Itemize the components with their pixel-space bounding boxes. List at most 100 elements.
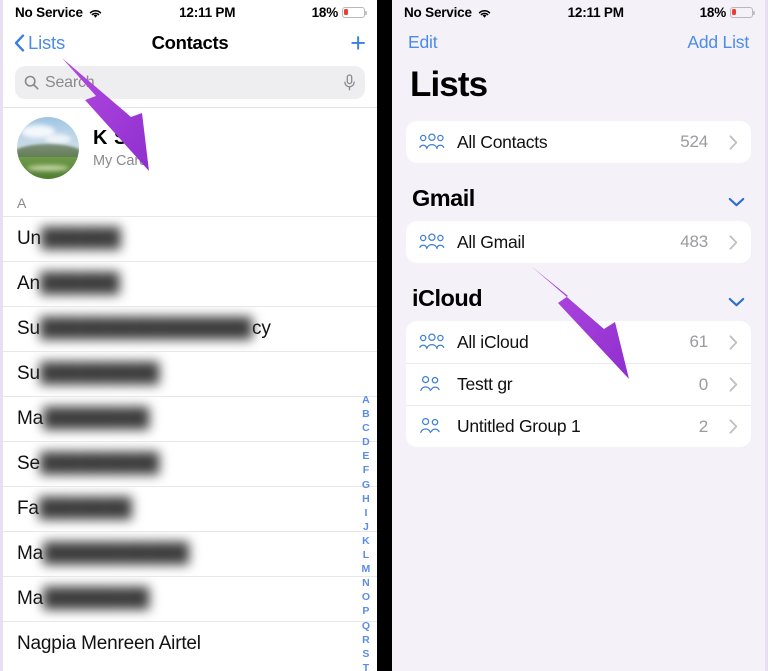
contacts-list: A Un ██████ An ██████ Su ████████████████ cy Su… <box>3 191 377 671</box>
alphabet-index-letter[interactable]: C <box>362 421 370 435</box>
alphabet-index-letter[interactable]: M <box>362 562 371 576</box>
alphabet-index[interactable]: ABCDEFGHIJKLMNOPQRSTUVWXYZ# <box>359 393 373 671</box>
right-panel-lists-screen: No Service 12:11 PM 18% Edit Add List Li… <box>392 0 768 671</box>
alphabet-index-letter[interactable]: L <box>363 548 370 562</box>
contact-name-visible: An <box>17 273 40 294</box>
panel-divider <box>377 0 392 671</box>
three-people-icon <box>419 232 445 252</box>
list-row-count: 483 <box>680 232 708 251</box>
edit-button[interactable]: Edit <box>408 32 438 53</box>
status-bar-right: 18% <box>311 4 368 20</box>
alphabet-index-letter[interactable]: H <box>362 492 370 506</box>
chevron-right-icon <box>729 134 738 150</box>
list-row-count: 524 <box>680 132 708 151</box>
alphabet-index-letter[interactable]: Q <box>362 619 370 633</box>
contacts-rows-host: Un ██████ An ██████ Su ████████████████ cy Su ██… <box>3 216 377 666</box>
list-row-label: Testt gr <box>457 374 513 394</box>
contact-row[interactable]: Ma ████████ <box>3 576 377 621</box>
list-row[interactable]: Untitled Group 1 2 <box>406 405 751 447</box>
alphabet-index-letter[interactable]: N <box>362 576 370 590</box>
alphabet-index-letter[interactable]: F <box>363 463 370 477</box>
groups-host: Gmail All Gmail 483 iCloud All iCloud 61 Testt… <box>406 163 751 447</box>
my-card-row[interactable]: K S My Card <box>3 107 377 191</box>
chevron-right-icon <box>729 377 738 392</box>
three-people-icon <box>419 332 445 352</box>
group-header: Gmail <box>406 163 751 221</box>
carrier-label: No Service <box>15 4 83 20</box>
status-bar-right: 18% <box>699 4 756 20</box>
list-row[interactable]: Testt gr 0 <box>406 363 751 405</box>
contact-name-visible: Un <box>17 228 41 249</box>
list-row-label: Untitled Group 1 <box>457 416 581 436</box>
add-list-button[interactable]: Add List <box>687 32 749 53</box>
carrier-label: No Service <box>404 4 472 20</box>
wifi-icon <box>88 7 103 18</box>
contact-name-redacted: █████████ <box>39 453 160 474</box>
contact-name-visible: Ma <box>17 543 43 564</box>
alphabet-index-letter[interactable]: T <box>363 661 370 671</box>
list-row[interactable]: All iCloud 61 <box>406 321 751 363</box>
chevron-right-icon <box>729 234 738 250</box>
alphabet-index-letter[interactable]: O <box>362 590 370 604</box>
contact-name-redacted: ███████ <box>38 498 132 519</box>
list-row-count: 2 <box>698 416 708 436</box>
contact-row[interactable]: Se █████████ <box>3 441 377 486</box>
alphabet-index-letter[interactable]: P <box>362 604 369 618</box>
contact-row[interactable]: Ma ████████ <box>3 396 377 441</box>
contact-row[interactable]: Fa ███████ <box>3 486 377 531</box>
alphabet-index-letter[interactable]: A <box>362 393 370 407</box>
contact-name-visible: Fa <box>17 498 39 519</box>
contact-row[interactable]: Nagpia Menreen Airtel <box>3 621 377 666</box>
two-people-icon <box>419 375 445 394</box>
alphabet-index-letter[interactable]: E <box>362 449 369 463</box>
alphabet-index-letter[interactable]: K <box>362 534 370 548</box>
contact-name-redacted: ██████ <box>40 228 121 249</box>
back-to-lists-button[interactable]: Lists <box>14 32 65 54</box>
search-placeholder: Search <box>45 73 95 91</box>
alphabet-index-letter[interactable]: D <box>362 435 370 449</box>
alphabet-index-letter[interactable]: R <box>362 633 370 647</box>
list-row-label: All iCloud <box>457 331 529 352</box>
chevron-left-icon <box>14 34 25 52</box>
contact-name-visible: Nagpia Menreen Airtel <box>17 633 201 654</box>
chevron-down-icon[interactable] <box>728 294 745 306</box>
alphabet-index-letter[interactable]: S <box>362 647 369 661</box>
contact-row[interactable]: Su █████████ <box>3 351 377 396</box>
alphabet-index-letter[interactable]: I <box>364 506 367 520</box>
search-icon <box>24 75 39 90</box>
list-row-label: All Contacts <box>457 131 548 152</box>
contact-name-visible: Ma <box>17 408 43 429</box>
search-container: Search <box>3 62 377 107</box>
lists-body: All Contacts 524 Gmail All Gmail 483 iCloud A… <box>392 121 765 447</box>
avatar <box>17 117 79 179</box>
contact-name-redacted: ████████████████ <box>39 318 253 339</box>
search-input[interactable]: Search <box>15 66 365 99</box>
chevron-down-icon[interactable] <box>728 194 745 206</box>
alphabet-index-letter[interactable]: J <box>363 520 369 534</box>
battery-percent-label: 18% <box>699 4 727 20</box>
section-header-a: A <box>3 191 377 216</box>
list-row[interactable]: All Gmail 483 <box>406 221 751 263</box>
contact-name-redacted: ███████████ <box>43 543 189 564</box>
contact-row[interactable]: An ██████ <box>3 261 377 306</box>
plus-icon[interactable]: + <box>350 29 366 57</box>
contact-name-redacted: ██████ <box>39 273 120 294</box>
group-title: iCloud <box>412 285 483 311</box>
microphone-icon[interactable] <box>343 74 356 91</box>
contact-name-visible: Se <box>17 453 40 474</box>
alphabet-index-letter[interactable]: B <box>362 407 370 421</box>
list-row[interactable]: All Contacts 524 <box>406 121 751 163</box>
group-card: All iCloud 61 Testt gr 0 Untitled Group 1 2 <box>406 321 751 447</box>
contact-name-visible: Su <box>17 363 40 384</box>
alphabet-index-letter[interactable]: G <box>362 478 370 492</box>
contact-row[interactable]: Su ████████████████ cy <box>3 306 377 351</box>
lists-page-title: Lists <box>392 60 765 121</box>
contact-name-redacted: █████████ <box>39 363 160 384</box>
group-card: All Gmail 483 <box>406 221 751 263</box>
battery-percent-label: 18% <box>311 4 339 20</box>
my-card-text: K S My Card <box>93 127 147 169</box>
contact-row[interactable]: Un ██████ <box>3 216 377 261</box>
battery-icon <box>730 6 756 18</box>
contact-row[interactable]: Ma ███████████ <box>3 531 377 576</box>
chevron-right-icon <box>729 334 738 350</box>
